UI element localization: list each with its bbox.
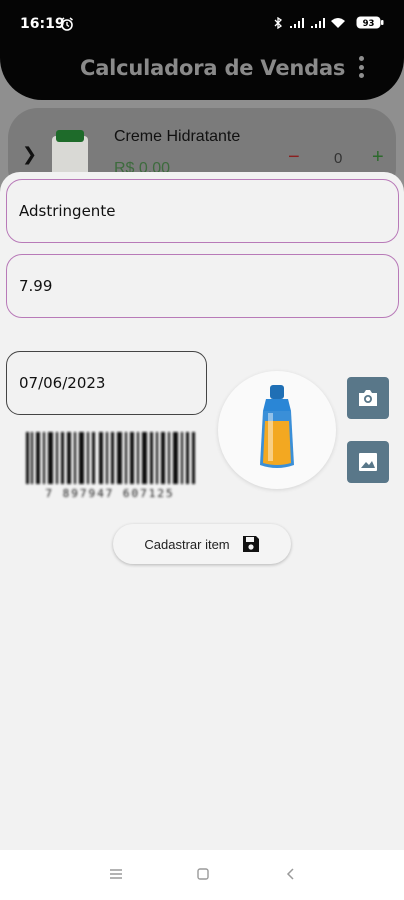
camera-button[interactable] [347,377,389,419]
alarm-icon [61,17,73,31]
recent-apps-icon[interactable] [109,867,123,881]
back-icon[interactable] [284,867,298,881]
gallery-button[interactable] [347,441,389,483]
page-title: Calculadora de Vendas [80,56,346,80]
home-icon[interactable] [196,867,210,881]
date-field[interactable]: 07/06/2023 [6,351,207,415]
svg-text:7 897947 607125: 7 897947 607125 [45,487,174,500]
decrement-button[interactable]: − [288,146,300,169]
increment-button[interactable]: + [372,146,384,169]
svg-text:93: 93 [363,19,375,29]
status-icons [273,17,346,29]
status-time: 16:19 [20,16,65,32]
barcode-image: 7 897947 607125 [26,432,195,500]
add-item-sheet: Adstringente 7.99 07/06/2023 7 897947 60… [0,172,404,850]
save-button[interactable]: Cadastrar item [113,524,291,564]
product-image [218,371,336,489]
signal-icon [290,18,304,28]
quantity-value: 0 [334,150,343,167]
more-vert-icon[interactable] [356,56,366,80]
floppy-disk-icon [242,536,259,552]
name-field[interactable]: Adstringente [6,179,399,243]
product-name: Creme Hidratante [114,128,241,145]
signal-icon [311,18,325,28]
battery-icon: 93 [356,16,384,29]
wifi-icon [331,18,345,28]
price-field[interactable]: 7.99 [6,254,399,318]
camera-icon [359,390,377,406]
bottle-icon [260,385,294,468]
save-button-label: Cadastrar item [144,536,230,552]
status-bar: 16:19 93 [0,0,404,40]
system-nav-bar [0,850,404,900]
bluetooth-icon [274,17,283,29]
app-header: 16:19 93 Calculadora de Vendas [0,0,404,100]
image-icon [359,453,377,471]
chevron-right-icon[interactable]: ❯ [22,144,37,165]
